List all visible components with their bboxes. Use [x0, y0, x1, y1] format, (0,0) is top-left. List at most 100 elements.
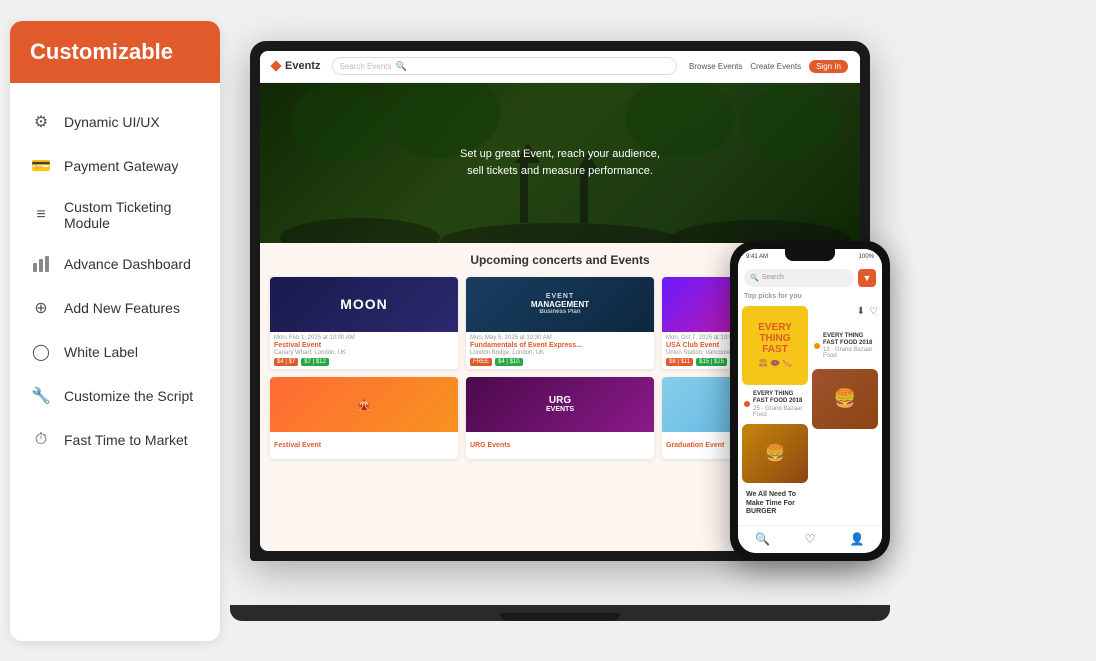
event-name: Festival Event [274, 442, 454, 449]
phone-search-nav-icon[interactable]: 🔍 [755, 532, 770, 546]
hero-text: Set up great Event, reach your audience,… [460, 146, 660, 179]
phone-card-title: EVERYTHINGFAST [746, 322, 804, 355]
sidebar-item-label: Customize the Script [64, 388, 193, 404]
plus-circle-icon: ⊕ [30, 297, 52, 319]
event-card-4[interactable]: 🎪 Festival Event [270, 377, 458, 459]
event-card-2-image: EVENT MANAGEMENT Business Plan [466, 277, 654, 332]
list-dot-red [744, 401, 750, 407]
sign-in-button[interactable]: Sign In [809, 60, 848, 73]
event-location [470, 450, 650, 456]
phone-burger-text: We All Need To Make Time For BURGER [742, 487, 808, 520]
sidebar-item-label: Advance Dashboard [64, 256, 191, 272]
sidebar-item-custom-ticketing[interactable]: ≡ Custom Ticketing Module [10, 189, 220, 241]
list-item-2-title: EVERY THING FAST FOOD 2018 [823, 333, 876, 347]
sidebar-item-label: White Label [64, 344, 138, 360]
burger-title: We All Need To Make Time For BURGER [746, 491, 804, 516]
panel-items-list: ⚙ Dynamic UI/UX 💳 Payment Gateway ≡ Cust… [10, 83, 220, 471]
event-card-4-image: 🎪 [270, 377, 458, 432]
sidebar-item-add-features[interactable]: ⊕ Add New Features [10, 287, 220, 329]
event-location [274, 450, 454, 456]
event-name: Fundamentals of Event Express... [470, 342, 650, 349]
phone-body: 9:41 AM 100% 🔍 Search ▼ To [730, 241, 890, 561]
hero-line1: Set up great Event, reach your audience, [460, 146, 660, 163]
sidebar-item-label: Payment Gateway [64, 158, 178, 174]
event-card-5-image: URG EVENTS [466, 377, 654, 432]
sidebar-item-advance-dashboard[interactable]: Advance Dashboard [10, 243, 220, 285]
event-card-1[interactable]: MOON Mon, Feb 1, 2025 at 10:00 AM Festiv… [270, 277, 458, 369]
event-card-2-info: Mon, May 5, 2025 at 10:30 AM Fundamental… [466, 332, 654, 369]
hero-section: Set up great Event, reach your audience,… [260, 83, 860, 243]
sidebar-item-label: Dynamic UI/UX [64, 114, 160, 130]
phone-filter-button[interactable]: ▼ [858, 269, 876, 287]
list-item-title: EVERY THING FAST FOOD 2018 [753, 391, 806, 405]
sidebar-item-dynamic-ui[interactable]: ⚙ Dynamic UI/UX [10, 101, 220, 143]
panel-header-title: Customizable [30, 39, 173, 64]
clock-icon: ⏱ [30, 429, 52, 451]
phone-list-item-1[interactable]: EVERY THING FAST FOOD 2018 25 · Grand Ba… [742, 389, 808, 419]
event-card-2[interactable]: EVENT MANAGEMENT Business Plan Mon, May … [466, 277, 654, 369]
event-date: Mon, May 5, 2025 at 10:30 AM [470, 335, 650, 341]
laptop-mockup: Eventz Search Events 🔍 Browse Events Cre… [250, 41, 870, 621]
event-card-4-info: Festival Event [270, 432, 458, 459]
phone-section-title: Top picks for you [738, 291, 882, 302]
phone-heart-nav-icon[interactable]: ♡ [805, 532, 816, 546]
wrench-icon: 🔧 [30, 385, 52, 407]
event-date [274, 435, 454, 441]
event-card-1-info: Mon, Feb 1, 2025 at 10:00 AM Festival Ev… [270, 332, 458, 369]
phone-screen: 9:41 AM 100% 🔍 Search ▼ To [738, 249, 882, 553]
sidebar-item-label: Custom Ticketing Module [64, 199, 200, 231]
ticket-icon: ≡ [30, 204, 52, 226]
sidebar-item-label: Add New Features [64, 300, 180, 316]
website-navbar: Eventz Search Events 🔍 Browse Events Cre… [260, 51, 860, 83]
phone-mockup: 9:41 AM 100% 🔍 Search ▼ To [730, 241, 890, 561]
phone-search-bar: 🔍 Search ▼ [738, 265, 882, 291]
phone-list-item-2[interactable]: EVERY THING FAST FOOD 2018 13 · Grand Ba… [812, 331, 878, 361]
logo-diamond-icon [270, 60, 281, 71]
list-dot-orange [814, 343, 820, 349]
sidebar-item-fast-to-market[interactable]: ⏱ Fast Time to Market [10, 419, 220, 461]
phone-search-input[interactable]: 🔍 Search [744, 269, 854, 287]
phone-bottom-nav: 🔍 ♡ 👤 [738, 525, 882, 553]
download-icon[interactable]: ⬇ [857, 306, 865, 317]
sidebar-item-label: Fast Time to Market [64, 432, 188, 448]
search-placeholder-text: Search Events [339, 62, 391, 71]
gear-icon: ⚙ [30, 111, 52, 133]
phone-action-icons: ⬇ ♡ [812, 306, 878, 317]
sidebar-item-customize-script[interactable]: 🔧 Customize the Script [10, 375, 220, 417]
hero-line2: sell tickets and measure performance. [460, 163, 660, 180]
filter-icon: ▼ [863, 273, 872, 283]
event-location: London Bridge, London, UK [470, 350, 650, 356]
phone-content: EVERYTHINGFAST 🍔 🍩 🌭 [738, 302, 882, 525]
browse-events-link[interactable]: Browse Events [689, 62, 742, 71]
phone-featured-card[interactable]: EVERYTHINGFAST 🍔 🍩 🌭 [742, 306, 808, 386]
phone-burger2-image: 🍔 [812, 369, 878, 429]
list-item-num-venue: 25 · Grand Bazaar Food [753, 406, 806, 418]
phone-left-col: EVERYTHINGFAST 🍔 🍩 🌭 [742, 306, 808, 521]
event-card-5[interactable]: URG EVENTS URG Events [466, 377, 654, 459]
circle-icon: ◯ [30, 341, 52, 363]
dashboard-icon [30, 253, 52, 275]
site-logo-text: Eventz [285, 60, 320, 72]
phone-notch [785, 249, 835, 261]
site-search-bar[interactable]: Search Events 🔍 [332, 57, 677, 75]
left-panel: Customizable ⚙ Dynamic UI/UX 💳 Payment G… [10, 21, 220, 641]
event-price: FREE $4 | $10 [470, 358, 650, 366]
phone-burger-image: 🍔 [742, 424, 808, 484]
heart-icon[interactable]: ♡ [869, 306, 878, 317]
search-icon: 🔍 [396, 61, 407, 72]
sidebar-item-white-label[interactable]: ◯ White Label [10, 331, 220, 373]
phone-battery: 100% [859, 254, 874, 260]
event-name: Festival Event [274, 342, 454, 349]
phone-person-nav-icon[interactable]: 👤 [850, 532, 865, 546]
creditcard-icon: 💳 [30, 155, 52, 177]
sidebar-item-payment-gateway[interactable]: 💳 Payment Gateway [10, 145, 220, 187]
phone-search-placeholder: Search [762, 274, 784, 281]
laptop-base [230, 605, 890, 621]
create-events-link[interactable]: Create Events [750, 62, 801, 71]
event-card-1-image: MOON [270, 277, 458, 332]
list-item-2-num-venue: 13 · Grand Bazaar Food [823, 347, 876, 359]
event-date [470, 435, 650, 441]
event-name: URG Events [470, 442, 650, 449]
event-card-5-info: URG Events [466, 432, 654, 459]
site-logo: Eventz [272, 60, 320, 72]
